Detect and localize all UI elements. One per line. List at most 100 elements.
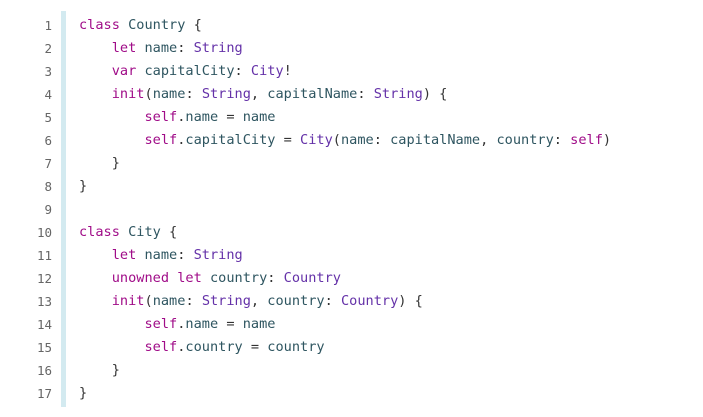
code-line: 2 let name: String — [0, 37, 703, 60]
code-text: self.name = name — [79, 106, 275, 129]
code-token: ( — [144, 86, 153, 102]
code-token: : — [373, 132, 391, 148]
code-token: name — [152, 86, 186, 102]
code-line: 7 } — [0, 152, 703, 175]
code-line: 8} — [0, 175, 703, 198]
code-token: init — [111, 86, 145, 102]
code-line: 13 init(name: String, country: Country) … — [0, 290, 703, 313]
code-text: } — [79, 382, 87, 405]
line-number: 8 — [44, 179, 52, 194]
code-token: City — [250, 63, 284, 79]
code-text: class Country { — [79, 14, 202, 37]
code-text: } — [79, 175, 87, 198]
code-text: unowned let country: Country — [79, 267, 341, 290]
code-text: } — [79, 359, 120, 382]
code-token: String — [373, 86, 423, 102]
code-token: class — [79, 224, 120, 240]
code-token: name — [242, 316, 276, 332]
code-token: String — [201, 86, 251, 102]
code-text: let name: String — [79, 37, 243, 60]
code-text: let name: String — [79, 244, 243, 267]
code-token: name — [185, 109, 219, 125]
code-token: City — [300, 132, 333, 148]
code-token: let — [111, 247, 137, 263]
code-token: ) — [602, 132, 612, 148]
line-number: 14 — [36, 317, 52, 332]
code-text: var capitalCity: City! — [79, 60, 292, 83]
code-token: = — [218, 109, 243, 125]
code-line: 5 self.name = name — [0, 106, 703, 129]
code-token: { — [185, 17, 202, 33]
code-token: var — [111, 63, 137, 79]
code-token: name — [144, 247, 178, 263]
code-token: self — [570, 132, 603, 148]
code-line: 9 — [0, 198, 703, 221]
code-token: name — [340, 132, 374, 148]
code-token: ) { — [398, 293, 423, 309]
code-token: String — [193, 247, 243, 263]
code-token: ( — [144, 293, 153, 309]
code-text: } — [79, 152, 120, 175]
code-token: : — [177, 247, 194, 263]
code-token: init — [111, 293, 145, 309]
code-line: 15 self.country = country — [0, 336, 703, 359]
code-token: let — [111, 40, 137, 56]
code-text: self.capitalCity = City(name: capitalNam… — [79, 129, 611, 152]
code-token: City — [128, 224, 161, 240]
code-text: init(name: String, country: Country) { — [79, 290, 423, 313]
code-token: country — [267, 293, 325, 309]
code-token: String — [201, 293, 251, 309]
code-token: Country — [340, 293, 399, 309]
code-line: 4 init(name: String, capitalName: String… — [0, 83, 703, 106]
code-token: name — [242, 109, 276, 125]
code-token: String — [193, 40, 243, 56]
code-line: 17} — [0, 382, 703, 405]
code-token: Country — [283, 270, 341, 286]
code-token: country — [209, 270, 268, 286]
code-token: unowned — [111, 270, 170, 286]
code-token: class — [79, 17, 120, 33]
code-token: capitalCity — [185, 132, 276, 148]
code-token: } — [79, 178, 88, 194]
line-number: 4 — [44, 87, 52, 102]
code-token: } — [79, 362, 120, 378]
code-text: self.name = name — [79, 313, 275, 336]
code-token: , — [250, 86, 268, 102]
code-line: 10 class City { — [0, 221, 703, 244]
code-token: , — [250, 293, 268, 309]
code-token: ! — [283, 63, 292, 79]
code-line: 3 var capitalCity: City! — [0, 60, 703, 83]
code-line: 14 self.name = name — [0, 313, 703, 336]
line-number: 15 — [36, 340, 52, 355]
code-lines: 1 class Country {2 let name: String 3 var … — [0, 14, 703, 405]
code-token: self — [144, 316, 178, 332]
code-token: = — [275, 132, 301, 148]
code-token: : — [267, 270, 284, 286]
line-number: 16 — [36, 363, 52, 378]
line-number: 12 — [36, 271, 52, 286]
code-token: : — [324, 293, 341, 309]
line-number: 1 — [44, 18, 52, 33]
code-token: name — [152, 293, 186, 309]
code-token: } — [79, 155, 120, 171]
line-number: 10 — [36, 225, 52, 240]
code-token: : — [185, 86, 202, 102]
line-number: 9 — [44, 202, 52, 217]
code-token: country — [185, 339, 243, 355]
line-number: 3 — [44, 64, 52, 79]
code-token: : — [357, 86, 374, 102]
code-token: name — [144, 40, 178, 56]
